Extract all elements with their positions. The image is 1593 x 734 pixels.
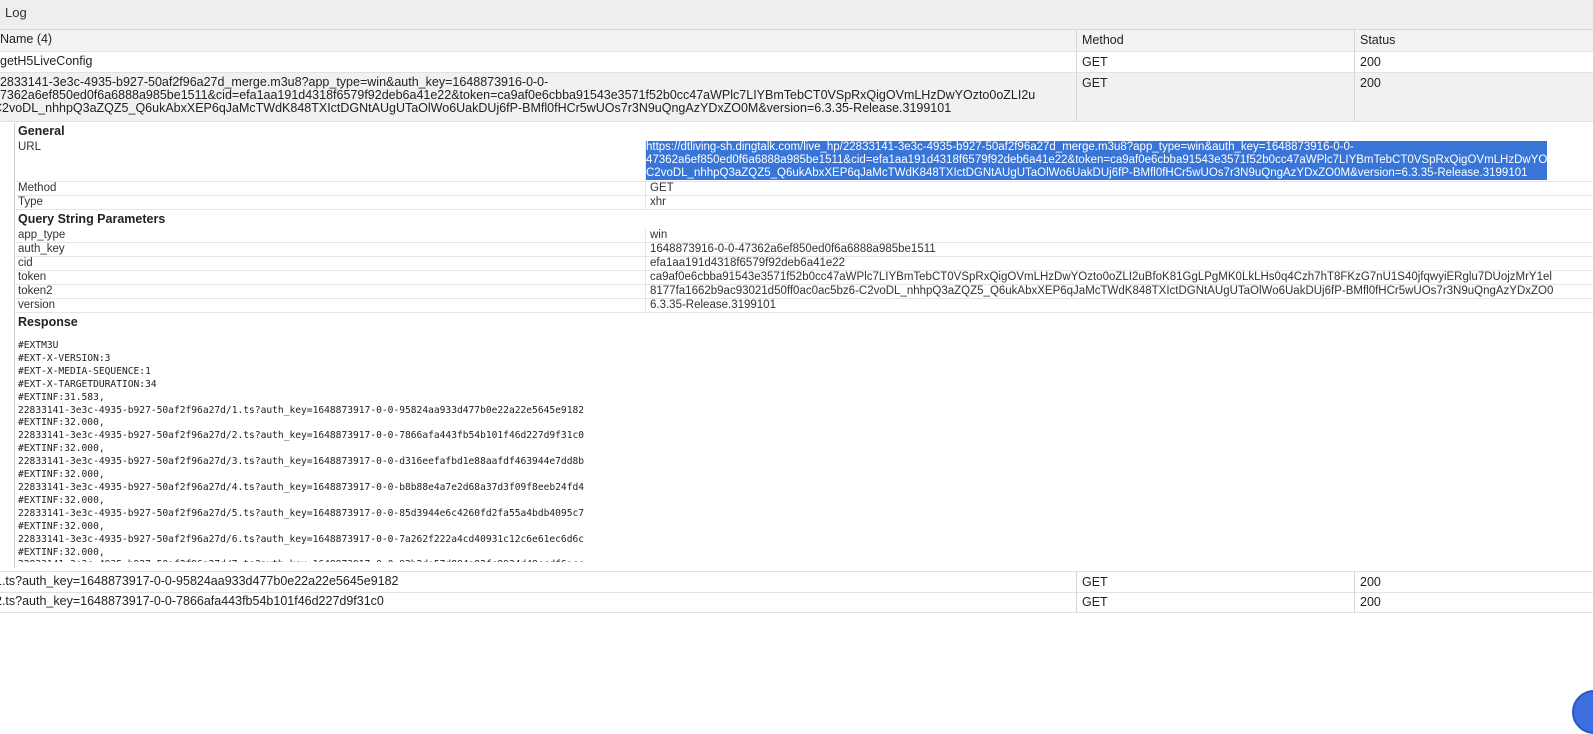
param-value-cell: efa1aa191d4318f6579f92deb6a41e22 [645, 257, 1590, 270]
request-method-cell: GET [1077, 592, 1355, 612]
request-row-getH5LiveConfig[interactable]: getH5LiveConfig GET 200 [0, 52, 1593, 73]
param-value-cell: 1648873916-0-0-47362a6ef850ed0f6a6888a98… [645, 243, 1590, 256]
param-value-cell: ca9af0e6cbba91543e3571f52b0cc47aWPlc7LIY… [645, 271, 1590, 284]
request-details-panel: General URL https://dtliving-sh.dingtalk… [14, 123, 1593, 568]
param-value-cell: 6.3.35-Release.3199101 [645, 299, 1590, 312]
query-param-row: token2 8177fa1662b9ac93021d50ff0ac0ac5bz… [15, 285, 1593, 299]
response-body[interactable]: #EXTM3U #EXT-X-VERSION:3 #EXT-X-MEDIA-SE… [18, 340, 1588, 562]
param-key: token [18, 271, 47, 283]
request-status-cell: 200 [1360, 595, 1381, 609]
request-name-cell: 22833141-3e3c-4935-b927-50af2f96a27d_mer… [0, 73, 1077, 121]
request-status-cell: 200 [1360, 76, 1381, 90]
method-label: Method [18, 182, 57, 194]
param-value-cell: 8177fa1662b9ac93021d50ff0ac0ac5bz6-C2voD… [645, 285, 1590, 298]
request-method-cell: GET [1077, 572, 1355, 592]
request-status-cell: 200 [1360, 575, 1381, 589]
param-value: 6.3.35-Release.3199101 [650, 299, 776, 311]
method-value-cell: GET [645, 182, 1590, 195]
request-method-cell: GET [1077, 73, 1355, 121]
url-value-cell: https://dtliving-sh.dingtalk.com/live_hp… [645, 141, 1590, 181]
param-value: win [650, 229, 668, 241]
type-value-cell: xhr [645, 196, 1590, 209]
method-column-header[interactable]: Method [1077, 30, 1355, 51]
query-param-row: version 6.3.35-Release.3199101 [15, 299, 1593, 313]
param-value: efa1aa191d4318f6579f92deb6a41e22 [650, 257, 846, 269]
request-method-cell: GET [1077, 52, 1355, 72]
floating-action-button[interactable] [1572, 690, 1593, 734]
request-status-cell: 200 [1360, 55, 1381, 69]
param-value: 8177fa1662b9ac93021d50ff0ac0ac5bz6-C2voD… [650, 285, 1554, 297]
param-key: cid [18, 257, 33, 269]
general-section-title[interactable]: General [18, 124, 65, 138]
url-label: URL [18, 141, 42, 153]
url-value[interactable]: https://dtliving-sh.dingtalk.com/live_hp… [646, 141, 1548, 180]
query-section-title[interactable]: Query String Parameters [18, 212, 165, 226]
param-value: 1648873916-0-0-47362a6ef850ed0f6a6888a98… [650, 243, 936, 255]
query-param-row: auth_key 1648873916-0-0-47362a6ef850ed0f… [15, 243, 1593, 257]
log-tab[interactable]: Log [5, 5, 27, 20]
param-key: app_type [18, 229, 66, 241]
request-row-merge-m3u8[interactable]: 22833141-3e3c-4935-b927-50af2f96a27d_mer… [0, 73, 1593, 122]
name-column-header[interactable]: Name (4) [0, 30, 1077, 51]
request-name-cell: 1.ts?auth_key=1648873917-0-0-95824aa933d… [0, 572, 1077, 592]
request-row-2-ts[interactable]: 2.ts?auth_key=1648873917-0-0-7866afa443f… [0, 592, 1593, 613]
query-param-row: token ca9af0e6cbba91543e3571f52b0cc47aWP… [15, 271, 1593, 285]
url-field-row: URL https://dtliving-sh.dingtalk.com/liv… [15, 141, 1593, 182]
response-section-title[interactable]: Response [18, 315, 78, 329]
devtools-toolbar: Log [0, 0, 1593, 30]
request-row-1-ts[interactable]: 1.ts?auth_key=1648873917-0-0-95824aa933d… [0, 571, 1593, 593]
method-field-row: Method GET [15, 182, 1593, 196]
query-param-row: cid efa1aa191d4318f6579f92deb6a41e22 [15, 257, 1593, 271]
param-key: auth_key [18, 243, 65, 255]
param-key: token2 [18, 285, 53, 297]
param-value: ca9af0e6cbba91543e3571f52b0cc47aWPlc7LIY… [650, 271, 1552, 283]
param-value-cell: win [645, 229, 1590, 242]
type-value: xhr [650, 196, 666, 208]
request-name-cell: 2.ts?auth_key=1648873917-0-0-7866afa443f… [0, 592, 1077, 612]
type-label: Type [18, 196, 43, 208]
type-field-row: Type xhr [15, 196, 1593, 210]
param-key: version [18, 299, 56, 311]
request-name-cell: getH5LiveConfig [0, 52, 1077, 72]
network-table-header: Name (4) Method Status [0, 30, 1593, 52]
method-value: GET [650, 182, 674, 194]
query-param-row: app_type win [15, 229, 1593, 243]
status-column-header[interactable]: Status [1355, 30, 1593, 51]
